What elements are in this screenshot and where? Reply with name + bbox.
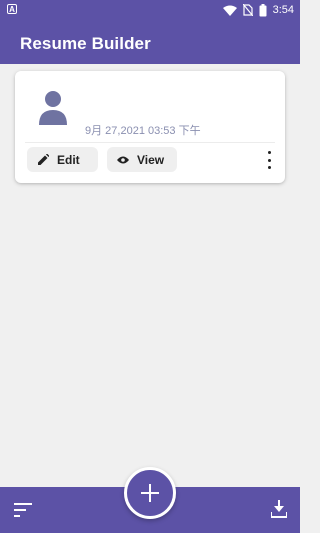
download-icon[interactable] bbox=[271, 500, 287, 518]
plus-icon bbox=[141, 484, 159, 502]
pencil-icon bbox=[37, 154, 49, 166]
more-options-icon[interactable] bbox=[265, 151, 273, 169]
view-button[interactable]: View bbox=[107, 147, 177, 172]
keyboard-indicator-icon: A bbox=[7, 4, 17, 14]
resume-card[interactable]: 9月 27,2021 03:53 下午 Edit View bbox=[15, 71, 285, 183]
app-title: Resume Builder bbox=[20, 34, 151, 53]
status-icons: 3:54 bbox=[222, 0, 294, 20]
battery-icon bbox=[259, 3, 267, 16]
status-bar: A 3:54 bbox=[0, 0, 300, 20]
resume-timestamp: 9月 27,2021 03:53 下午 bbox=[85, 125, 201, 137]
card-divider bbox=[25, 142, 275, 143]
eye-icon bbox=[117, 154, 129, 166]
no-sim-icon bbox=[242, 4, 253, 16]
wifi-icon bbox=[222, 5, 237, 16]
status-time: 3:54 bbox=[272, 4, 294, 16]
edit-button-label: Edit bbox=[57, 152, 80, 167]
view-button-label: View bbox=[137, 152, 165, 167]
app-bar: Resume Builder bbox=[0, 20, 300, 64]
add-resume-button[interactable] bbox=[124, 467, 176, 519]
person-icon bbox=[39, 91, 67, 125]
edit-button[interactable]: Edit bbox=[27, 147, 98, 172]
sort-icon[interactable] bbox=[14, 503, 32, 517]
